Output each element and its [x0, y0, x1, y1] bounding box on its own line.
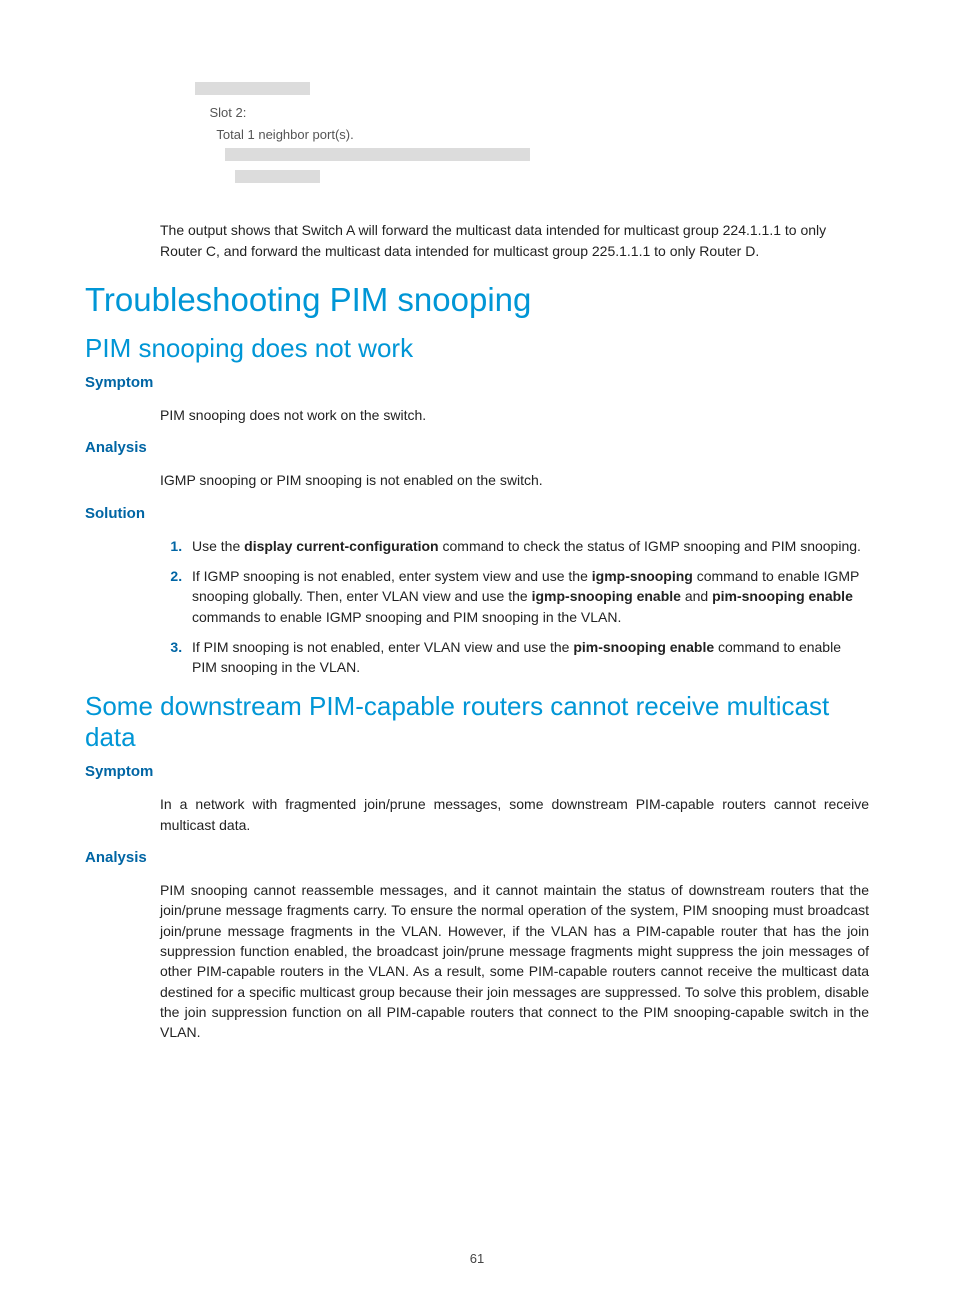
- solution-step-2: If IGMP snooping is not enabled, enter s…: [186, 566, 869, 627]
- symptom-text-2: In a network with fragmented join/prune …: [160, 794, 869, 835]
- heading-2-section2: Some downstream PIM-capable routers cann…: [85, 691, 869, 753]
- redacted-text: [235, 170, 320, 183]
- document-page: Slot 2: Total 1 neighbor port(s). The ou…: [0, 0, 954, 1296]
- analysis-text-1: IGMP snooping or PIM snooping is not ena…: [160, 470, 869, 490]
- analysis-heading-1: Analysis: [85, 439, 869, 456]
- solution-heading: Solution: [85, 505, 869, 522]
- intro-paragraph: The output shows that Switch A will forw…: [160, 220, 869, 261]
- solution-step-1: Use the display current-configuration co…: [186, 536, 869, 556]
- heading-1: Troubleshooting PIM snooping: [85, 281, 869, 319]
- heading-2-section1: PIM snooping does not work: [85, 333, 869, 364]
- cli-output-block: Slot 2: Total 1 neighbor port(s).: [195, 80, 869, 190]
- redacted-text: [225, 148, 530, 161]
- solution-step-3: If PIM snooping is not enabled, enter VL…: [186, 637, 869, 678]
- analysis-heading-2: Analysis: [85, 849, 869, 866]
- redacted-text: [195, 82, 310, 95]
- page-number: 61: [0, 1251, 954, 1266]
- symptom-heading-1: Symptom: [85, 374, 869, 391]
- symptom-text-1: PIM snooping does not work on the switch…: [160, 405, 869, 425]
- analysis-text-2: PIM snooping cannot reassemble messages,…: [160, 880, 869, 1042]
- solution-steps: Use the display current-configuration co…: [160, 536, 869, 678]
- cli-output-line: Slot 2:: [195, 102, 869, 124]
- cli-output-line: Total 1 neighbor port(s).: [195, 124, 869, 146]
- symptom-heading-2: Symptom: [85, 763, 869, 780]
